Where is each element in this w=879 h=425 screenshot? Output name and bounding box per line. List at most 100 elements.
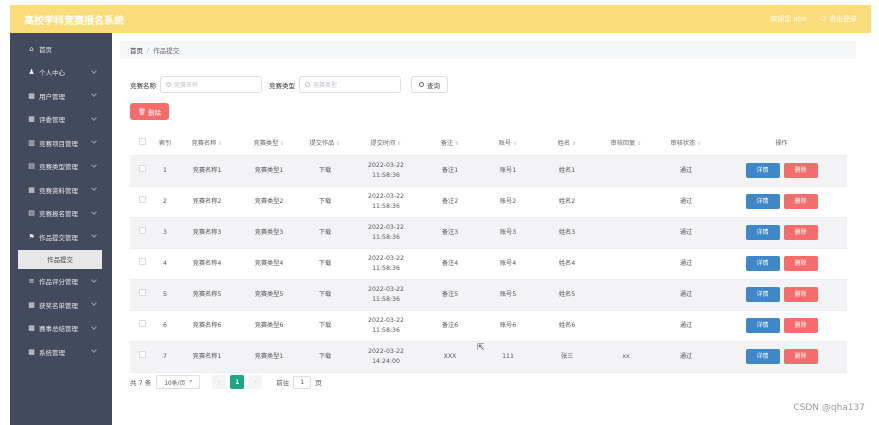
chevron-down-icon: ▾ bbox=[189, 379, 193, 385]
sort-icon[interactable]: ⇕ bbox=[336, 141, 340, 147]
column-header[interactable]: 提交时间 ⇕ bbox=[350, 131, 422, 156]
person-name: 姓名6 bbox=[538, 310, 596, 342]
sidebar-item[interactable]: ▦ 赛事总结管理 bbox=[10, 317, 112, 341]
detail-button[interactable]: 详情 bbox=[745, 349, 780, 364]
detail-button[interactable]: 详情 bbox=[745, 194, 780, 209]
sidebar-subitem-active[interactable]: 作品提交 bbox=[18, 249, 102, 269]
sidebar-item[interactable]: ▦ 评委管理 bbox=[10, 108, 112, 132]
sort-icon[interactable]: ⇕ bbox=[218, 141, 222, 147]
download-link[interactable]: 下载 bbox=[300, 248, 350, 280]
row-checkbox[interactable] bbox=[130, 310, 154, 342]
sidebar-item[interactable]: ▦ 系统管理 bbox=[10, 340, 112, 364]
search-icon bbox=[419, 82, 424, 87]
sidebar-item[interactable]: ≡ 作品评分管理 bbox=[10, 270, 112, 294]
sidebar-item[interactable]: ▤ 竞赛类型管理 bbox=[10, 155, 112, 179]
column-header[interactable]: 审核状态 ⇕ bbox=[656, 131, 716, 156]
download-link[interactable]: 下载 bbox=[300, 217, 350, 249]
detail-button[interactable]: 详情 bbox=[745, 318, 780, 333]
table-row[interactable]: 7 竞赛名称1 竞赛类型1 下载 2022-03-22 14:24:00 XXX 111 张三… bbox=[130, 341, 847, 373]
competition-name: 竞赛名称1 bbox=[176, 341, 238, 373]
detail-button[interactable]: 详情 bbox=[745, 256, 780, 271]
logout-button[interactable]: ⏻ 退出登录 bbox=[820, 14, 857, 24]
column-header-label: 提交作品 bbox=[309, 140, 335, 148]
delete-button[interactable]: 删除 bbox=[783, 256, 818, 271]
sidebar-item[interactable]: ▦ 用户管理 bbox=[10, 84, 112, 108]
row-checkbox[interactable] bbox=[130, 186, 154, 218]
review-reply bbox=[596, 217, 656, 249]
sidebar-item-label: 系统管理 bbox=[39, 348, 65, 357]
prev-page-button[interactable]: ‹ bbox=[212, 375, 227, 389]
column-header[interactable]: 账号 ⇕ bbox=[478, 131, 538, 156]
row-checkbox[interactable] bbox=[130, 248, 154, 280]
sidebar-item[interactable]: ▦ 获奖名单管理 bbox=[10, 293, 112, 317]
sidebar-item[interactable]: ⚑ 作品提交管理 bbox=[10, 225, 112, 249]
row-checkbox[interactable] bbox=[130, 279, 154, 311]
chevron-down-icon bbox=[91, 323, 97, 330]
column-header[interactable]: 姓名 ⇕ bbox=[538, 131, 596, 156]
sort-icon[interactable]: ⇕ bbox=[397, 141, 401, 147]
sort-icon[interactable]: ⇕ bbox=[697, 141, 701, 147]
detail-button[interactable]: 详情 bbox=[745, 163, 780, 178]
competition-type: 竞赛类型4 bbox=[238, 248, 300, 280]
detail-button[interactable]: 详情 bbox=[745, 287, 780, 302]
page-number-current[interactable]: 1 bbox=[230, 375, 245, 389]
submissions-table: 索引 竞赛名称 ⇕ 竞赛类型 ⇕ 提交作品 ⇕ 提交时间 ⇕ 备注 ⇕ 账号 ⇕ 姓名 ⇕ 审核回复 ⇕ 审核状态… bbox=[130, 131, 847, 373]
submit-time: 2022-03-22 11:58:36 bbox=[350, 186, 422, 218]
sort-icon[interactable]: ⇕ bbox=[572, 141, 576, 147]
row-checkbox[interactable] bbox=[130, 341, 154, 373]
table-row[interactable]: 4 竞赛名称4 竞赛类型4 下载 2022-03-22 11:58:36 备注4 账号4 姓名… bbox=[130, 248, 847, 280]
delete-button[interactable]: 删除 bbox=[783, 318, 818, 333]
submit-time: 2022-03-22 11:58:36 bbox=[350, 155, 422, 187]
page-size-select[interactable]: 10条/页 ▾ bbox=[156, 375, 201, 389]
download-link[interactable]: 下载 bbox=[300, 186, 350, 218]
download-link[interactable]: 下载 bbox=[300, 341, 350, 373]
delete-button[interactable]: 删除 bbox=[783, 163, 818, 178]
competition-name-input[interactable]: 竞赛名称 bbox=[160, 76, 262, 93]
breadcrumb-home[interactable]: 首页 bbox=[130, 45, 143, 55]
account: 账号5 bbox=[478, 279, 538, 311]
table-row[interactable]: 6 竞赛名称6 竞赛类型6 下载 2022-03-22 11:58:36 备注6 账号6 姓名… bbox=[130, 310, 847, 342]
download-link[interactable]: 下载 bbox=[300, 155, 350, 187]
delete-button[interactable]: 删除 bbox=[783, 287, 818, 302]
account: 账号1 bbox=[478, 155, 538, 187]
delete-button[interactable]: 删除 bbox=[783, 194, 818, 209]
sidebar-item[interactable]: ▥ 竞赛项目管理 bbox=[10, 131, 112, 155]
competition-name: 竞赛名称6 bbox=[176, 310, 238, 342]
table-row[interactable]: 3 竞赛名称3 竞赛类型3 下载 2022-03-22 11:58:36 备注3 账号3 姓名… bbox=[130, 217, 847, 249]
detail-button[interactable]: 详情 bbox=[745, 225, 780, 240]
competition-name-label: 竞赛名称 bbox=[130, 81, 156, 90]
column-header[interactable]: 提交作品 ⇕ bbox=[300, 131, 350, 156]
sidebar-item[interactable]: ⌂ 首页 bbox=[10, 37, 112, 61]
row-actions: 详情 删除 bbox=[716, 341, 847, 373]
delete-button[interactable]: 删除 bbox=[783, 225, 818, 240]
row-checkbox[interactable] bbox=[130, 155, 154, 187]
table-row[interactable]: 1 竞赛名称1 竞赛类型1 下载 2022-03-22 11:58:36 备注1 账号1 姓名… bbox=[130, 155, 847, 187]
column-header[interactable]: 备注 ⇕ bbox=[422, 131, 478, 156]
sidebar-item[interactable]: ▦ 竞赛资料管理 bbox=[10, 178, 112, 202]
sort-icon[interactable]: ⇕ bbox=[513, 141, 517, 147]
download-link[interactable]: 下载 bbox=[300, 279, 350, 311]
review-status: 通过 bbox=[656, 310, 716, 342]
table-row[interactable]: 2 竞赛名称2 竞赛类型2 下载 2022-03-22 11:58:36 备注2 账号2 姓名… bbox=[130, 186, 847, 218]
sidebar-item[interactable]: ▤ 竞赛报名管理 bbox=[10, 202, 112, 226]
column-header[interactable]: 审核回复 ⇕ bbox=[596, 131, 656, 156]
delete-button[interactable]: 删除 bbox=[783, 349, 818, 364]
sort-icon[interactable]: ⇕ bbox=[455, 141, 459, 147]
download-link[interactable]: 下载 bbox=[300, 310, 350, 342]
batch-delete-button[interactable]: 🗑 删除 bbox=[130, 103, 169, 120]
select-all-checkbox[interactable] bbox=[130, 131, 154, 156]
query-button[interactable]: 查询 bbox=[411, 76, 448, 93]
goto-page-input[interactable]: 1 bbox=[293, 375, 312, 389]
column-header[interactable]: 竞赛类型 ⇕ bbox=[238, 131, 300, 156]
row-checkbox[interactable] bbox=[130, 217, 154, 249]
account: 账号3 bbox=[478, 217, 538, 249]
sort-icon[interactable]: ⇕ bbox=[280, 141, 284, 147]
chevron-left-icon: ‹ bbox=[217, 378, 221, 386]
sort-icon[interactable]: ⇕ bbox=[637, 141, 641, 147]
row-actions: 详情 删除 bbox=[716, 217, 847, 249]
next-page-button[interactable]: › bbox=[248, 375, 263, 389]
competition-type-input[interactable]: 竞赛类型 bbox=[299, 76, 401, 93]
table-row[interactable]: 5 竞赛名称5 竞赛类型5 下载 2022-03-22 11:58:36 备注5 账号5 姓名… bbox=[130, 279, 847, 311]
sidebar-item[interactable]: ♟ 个人中心 bbox=[10, 61, 112, 85]
column-header[interactable]: 竞赛名称 ⇕ bbox=[176, 131, 238, 156]
